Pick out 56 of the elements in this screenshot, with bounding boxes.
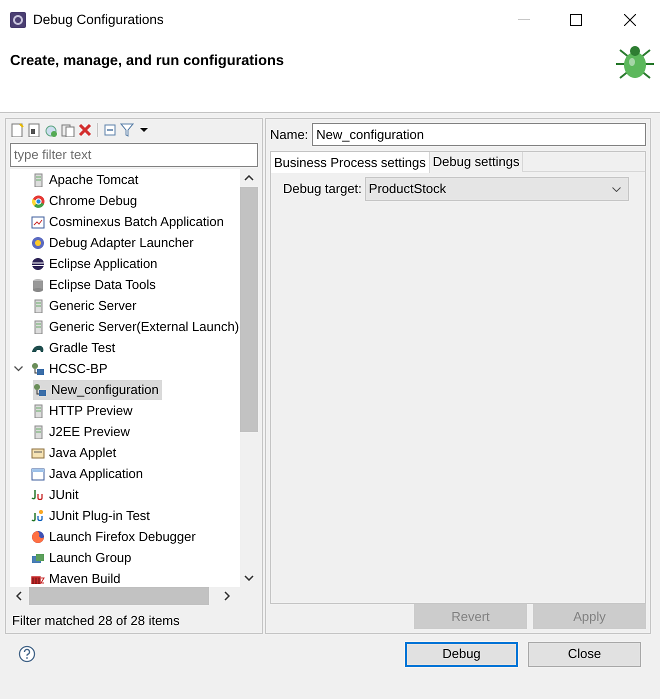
app-window-icon [31,466,45,480]
tree-item[interactable]: Apache Tomcat [31,170,142,190]
header-title: Create, manage, and run configurations [10,52,284,71]
new-file-icon[interactable] [10,123,24,137]
tree-item[interactable]: JUnit [31,484,82,504]
tree-item[interactable]: Java Application [31,464,146,484]
tree-item[interactable]: Generic Server(External Launch) [31,316,240,336]
window-icon [31,214,45,228]
applet-icon [31,446,45,460]
tree-item[interactable]: Launch Group [31,548,134,568]
app-icon [9,11,27,29]
filter-icon[interactable] [120,123,134,137]
duplicate-icon[interactable] [61,123,75,137]
tree-item[interactable]: Eclipse Data Tools [31,274,159,294]
scroll-thumb[interactable] [29,587,209,605]
chevron-down-icon [612,186,621,192]
button[interactable]: Close [528,642,641,666]
tree-item[interactable]: Maven Build [31,568,124,587]
process-icon [33,382,47,396]
tree-item[interactable]: Eclipse Application [31,254,160,274]
fox-icon [31,530,45,544]
tree-item[interactable]: JUnit Plug-in Test [31,506,153,526]
eclipse-icon [31,256,45,270]
debug-target-dropdown[interactable]: ProductStock [364,177,629,201]
delete-icon[interactable] [78,123,92,137]
browser-icon [31,194,45,208]
tree-item[interactable]: Generic Server [31,296,140,316]
database-icon [31,278,45,292]
tree-item[interactable]: HTTP Preview [31,400,136,420]
tab[interactable]: Debug settings [430,152,524,172]
button[interactable]: Debug [405,642,518,666]
new-prototype-icon[interactable] [27,123,41,137]
process-icon [31,362,45,376]
maximize-icon[interactable] [570,14,582,26]
name-label: Name: [270,126,308,144]
tree-item[interactable]: Java Applet [31,442,120,462]
collapse-all-icon[interactable] [103,123,117,137]
tree-item[interactable]: Launch Firefox Debugger [31,526,199,546]
scroll-thumb[interactable] [240,187,258,432]
tree-item[interactable]: J2EE Preview [31,422,133,442]
debug-target-label: Debug target: [283,180,362,198]
tree-item[interactable]: Chrome Debug [31,190,140,210]
junit-icon [31,488,45,502]
filter-status: Filter matched 28 of 28 items [12,612,181,630]
tree-item[interactable]: Cosminexus Batch Application [31,212,227,232]
window-title: Debug Configurations [33,10,164,29]
tab[interactable]: Business Process settings [271,152,430,173]
gear-icon [31,236,45,250]
junit-plugin-icon [31,508,45,522]
tree-item[interactable]: HCSC-BP [31,358,111,378]
tree-item[interactable]: Debug Adapter Launcher [31,232,197,252]
vertical-scrollbar[interactable] [240,169,258,587]
close-icon[interactable] [624,14,636,26]
tree-item[interactable]: Gradle Test [31,338,118,358]
tree-item[interactable]: New_configuration [33,380,162,400]
help-icon[interactable] [18,645,36,663]
